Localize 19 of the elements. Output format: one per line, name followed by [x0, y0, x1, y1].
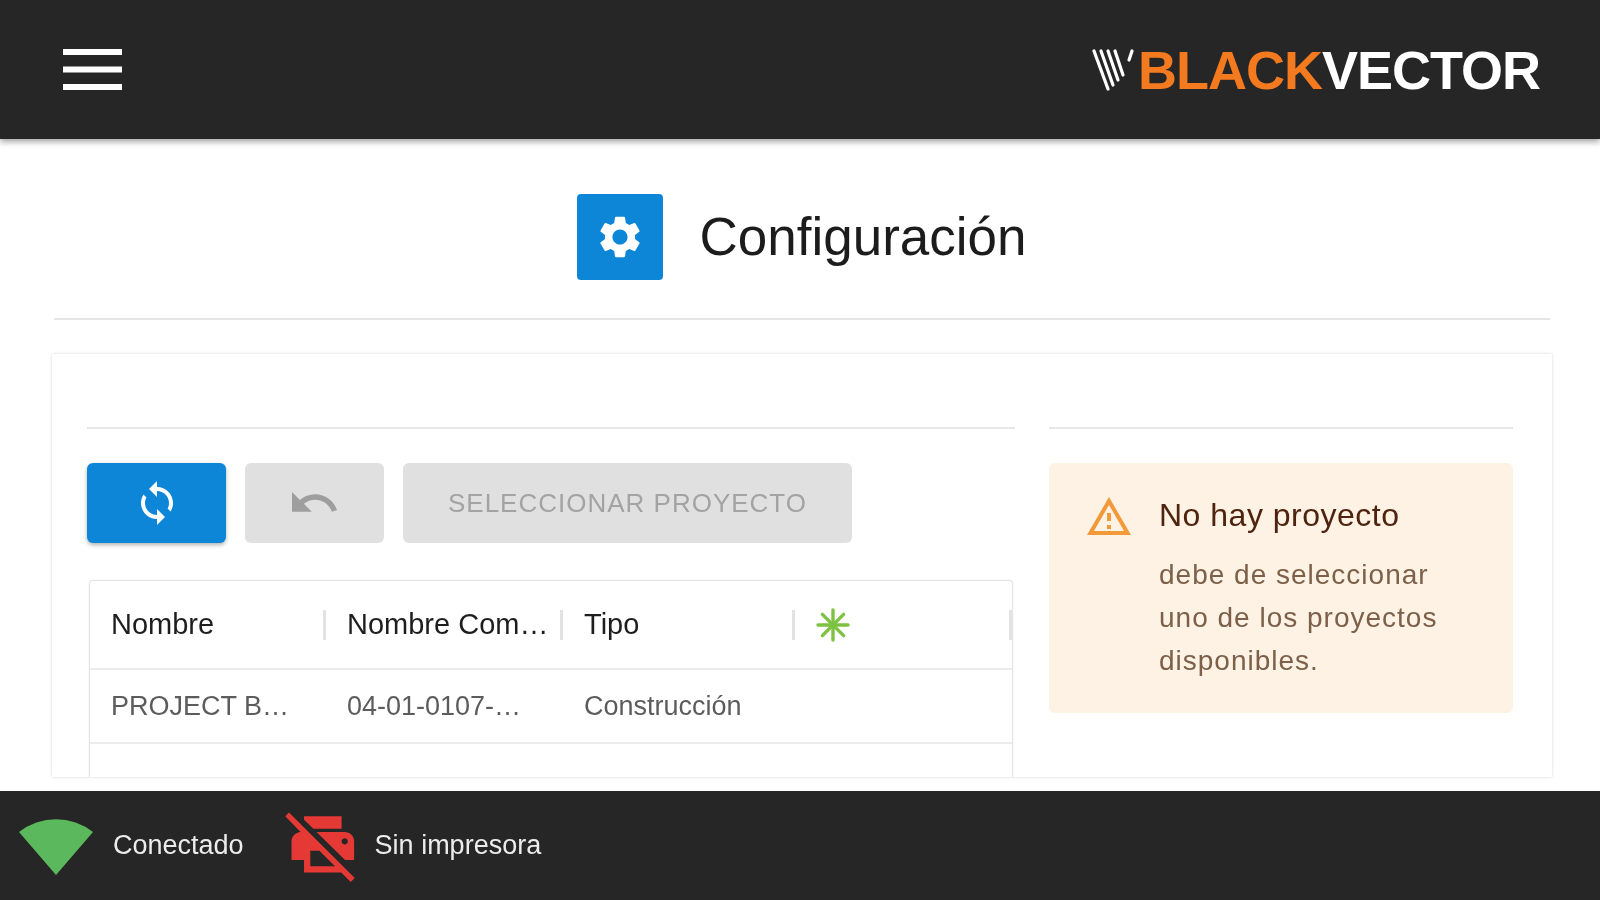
- menu-icon: [63, 49, 122, 90]
- page-title: Configuración: [699, 206, 1027, 269]
- table-cell-text: 04-01-0107-…: [346, 689, 523, 723]
- refresh-button[interactable]: [87, 463, 226, 543]
- status-label: Sin impresora: [374, 830, 542, 861]
- asterisk-icon: [816, 607, 850, 642]
- table-cell-text: PROJECT B…: [110, 689, 291, 723]
- undo-icon: [291, 491, 338, 515]
- warning-icon: [1087, 496, 1131, 536]
- alert-title: No hay proyecto: [1159, 496, 1401, 535]
- status-label: Conectado: [113, 830, 244, 861]
- column-header[interactable]: Nombre: [111, 608, 215, 641]
- logo-text: BLACKVECTOR: [1137, 42, 1540, 97]
- settings-icon: [577, 194, 664, 280]
- alert-message: debe de seleccionar uno de los proyectos disponibles.: [1159, 558, 1439, 678]
- column-header[interactable]: Tipo: [584, 608, 640, 641]
- column-header[interactable]: Nombre Com…: [347, 608, 549, 641]
- table-cell-text: Construcción: [583, 689, 743, 723]
- menu-button[interactable]: [63, 49, 122, 90]
